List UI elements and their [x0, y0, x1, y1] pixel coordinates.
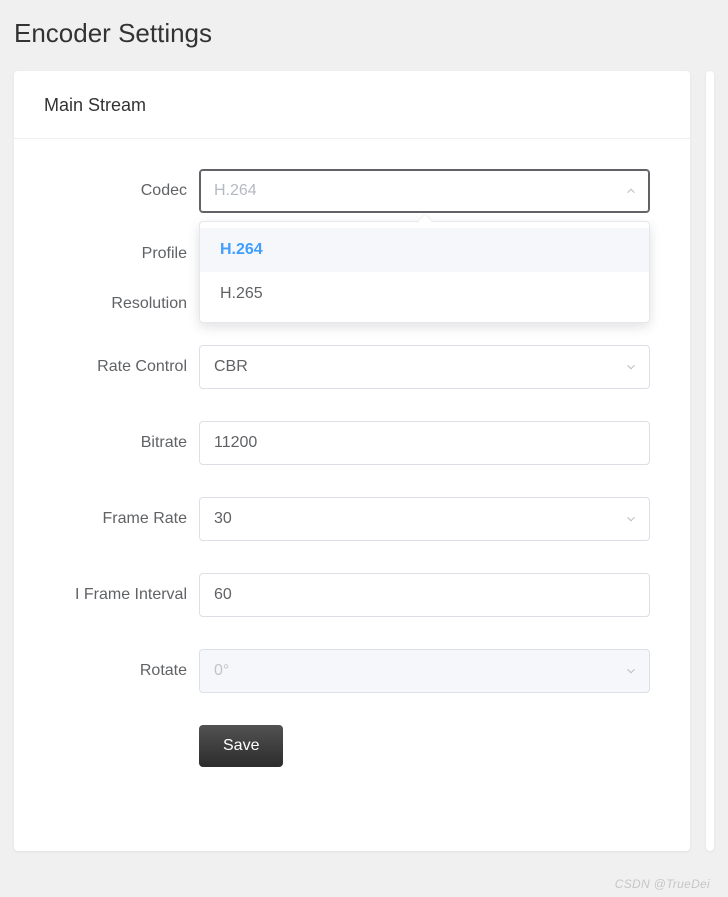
- rotate-select: 0°: [199, 649, 650, 693]
- chevron-down-icon: [624, 664, 638, 678]
- rotate-value: 0°: [214, 662, 613, 680]
- rate-control-select[interactable]: CBR: [199, 345, 650, 389]
- bitrate-label: Bitrate: [54, 434, 199, 452]
- page-title: Encoder Settings: [0, 0, 728, 71]
- frame-rate-select[interactable]: 30: [199, 497, 650, 541]
- watermark: CSDN @TrueDei: [615, 877, 710, 891]
- main-stream-panel: Main Stream Codec H.264 H.264: [14, 71, 690, 851]
- i-frame-interval-label: I Frame Interval: [54, 586, 199, 604]
- codec-label: Codec: [54, 182, 199, 200]
- chevron-up-icon: [624, 184, 638, 198]
- chevron-down-icon: [624, 512, 638, 526]
- codec-value: H.264: [214, 182, 613, 200]
- frame-rate-label: Frame Rate: [54, 510, 199, 528]
- codec-select[interactable]: H.264: [199, 169, 650, 213]
- resolution-label: Resolution: [54, 295, 199, 313]
- rate-control-value: CBR: [214, 358, 613, 376]
- rotate-label: Rotate: [54, 662, 199, 680]
- codec-dropdown: H.264 H.265: [199, 221, 650, 323]
- i-frame-interval-input[interactable]: [199, 573, 650, 617]
- codec-option-h265[interactable]: H.265: [200, 272, 649, 316]
- save-button[interactable]: Save: [199, 725, 283, 767]
- panel-header: Main Stream: [14, 71, 690, 139]
- codec-option-h264[interactable]: H.264: [200, 228, 649, 272]
- panel-title: Main Stream: [44, 95, 660, 116]
- profile-label: Profile: [54, 245, 199, 263]
- chevron-down-icon: [624, 360, 638, 374]
- frame-rate-value: 30: [214, 510, 613, 528]
- bitrate-input[interactable]: [199, 421, 650, 465]
- adjacent-panel: [706, 71, 714, 851]
- rate-control-label: Rate Control: [54, 358, 199, 376]
